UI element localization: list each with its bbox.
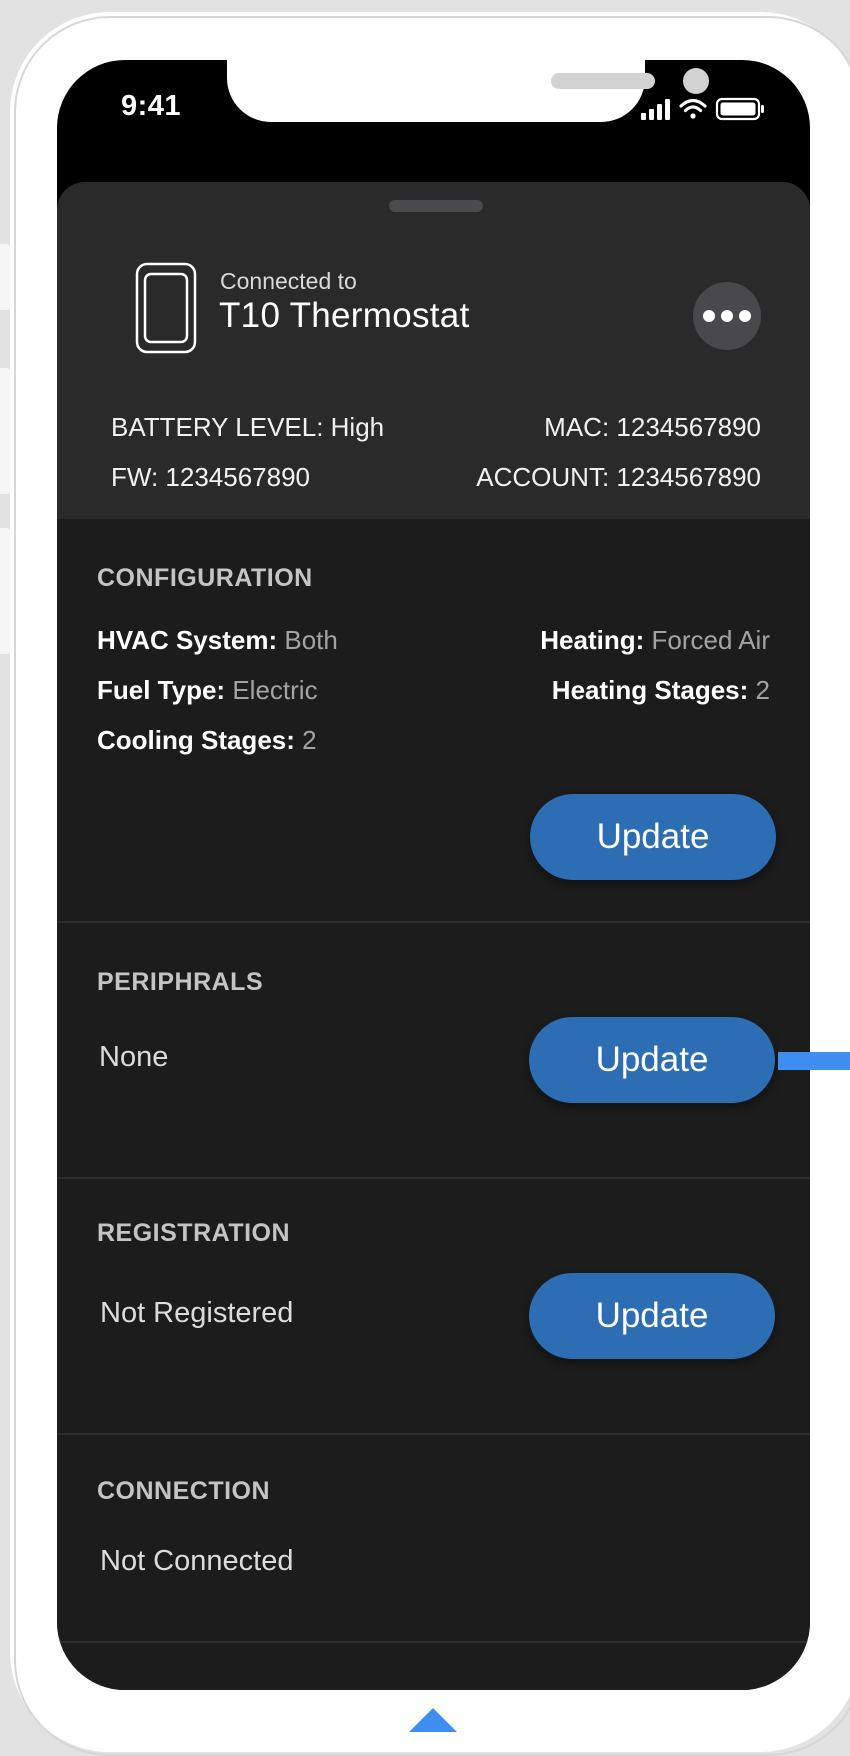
- registration-section: REGISTRATION Not Registered Update: [57, 1177, 810, 1435]
- peripherals-section: PERIPHRALS None Update: [57, 921, 810, 1179]
- speaker: [551, 73, 655, 89]
- sheet-grabber[interactable]: [389, 200, 483, 212]
- device-name: T10 Thermostat: [219, 296, 470, 335]
- side-button-mute: [0, 244, 10, 310]
- mac-address: MAC: 1234567890: [544, 412, 761, 442]
- next-section: [57, 1641, 810, 1690]
- connection-section: CONNECTION Not Connected: [57, 1433, 810, 1643]
- peripherals-update-button[interactable]: Update: [529, 1017, 775, 1103]
- status-time: 9:41: [121, 90, 182, 122]
- wifi-icon: [679, 98, 707, 119]
- more-dot-icon: [739, 310, 751, 322]
- connected-to-label: Connected to: [220, 268, 357, 294]
- more-options-button[interactable]: [693, 282, 761, 350]
- annotation-connector-line: [778, 1052, 850, 1070]
- section-title: PERIPHRALS: [97, 968, 264, 996]
- field-value: 2: [755, 675, 770, 705]
- notch: [227, 60, 709, 122]
- annotation-arrow-icon: [409, 1708, 457, 1732]
- field-label: Heating:: [540, 625, 645, 655]
- sheet-header: Connected to T10 Thermostat BATTERY LEVE…: [57, 182, 810, 519]
- account-number: ACCOUNT: 1234567890: [476, 462, 761, 492]
- field-value: 2: [302, 725, 317, 755]
- heating-stages-field: Heating Stages: 2: [552, 675, 770, 706]
- configuration-update-button[interactable]: Update: [530, 794, 776, 880]
- configuration-section: CONFIGURATION HVAC System: Both Heating:…: [57, 519, 810, 921]
- section-title: CONFIGURATION: [97, 564, 313, 592]
- field-value: Electric: [232, 675, 318, 705]
- battery-icon: [715, 97, 764, 121]
- peripherals-value: None: [99, 1041, 169, 1073]
- field-label: Cooling Stages:: [97, 725, 295, 755]
- field-label: Heating Stages:: [551, 675, 749, 705]
- field-label: HVAC System:: [97, 625, 278, 655]
- phone-screen: 9:41 Connected to T10 Thermostat BATTERY…: [57, 60, 810, 1690]
- field-value: Forced Air: [651, 625, 771, 655]
- registration-value: Not Registered: [100, 1297, 294, 1329]
- battery-level: BATTERY LEVEL: High: [111, 412, 385, 442]
- side-button-volume-up: [0, 368, 10, 494]
- field-label: Fuel Type:: [97, 675, 226, 705]
- section-title: REGISTRATION: [97, 1219, 291, 1247]
- device-details-sheet: Connected to T10 Thermostat BATTERY LEVE…: [57, 182, 810, 1690]
- connection-value: Not Connected: [100, 1545, 294, 1577]
- more-dot-icon: [703, 310, 715, 322]
- camera: [683, 68, 709, 94]
- more-dot-icon: [721, 310, 733, 322]
- fuel-type-field: Fuel Type: Electric: [97, 675, 318, 706]
- heating-field: Heating: Forced Air: [540, 625, 770, 656]
- cooling-stages-field: Cooling Stages: 2: [97, 725, 317, 756]
- signal-icon: [641, 99, 670, 120]
- thermostat-device-icon: [135, 262, 197, 354]
- registration-update-button[interactable]: Update: [529, 1273, 775, 1359]
- section-title: CONNECTION: [97, 1477, 271, 1505]
- side-button-volume-down: [0, 528, 10, 654]
- field-value: Both: [284, 625, 338, 655]
- status-icons: [641, 97, 764, 121]
- hvac-system-field: HVAC System: Both: [97, 625, 338, 656]
- firmware-version: FW: 1234567890: [111, 462, 310, 492]
